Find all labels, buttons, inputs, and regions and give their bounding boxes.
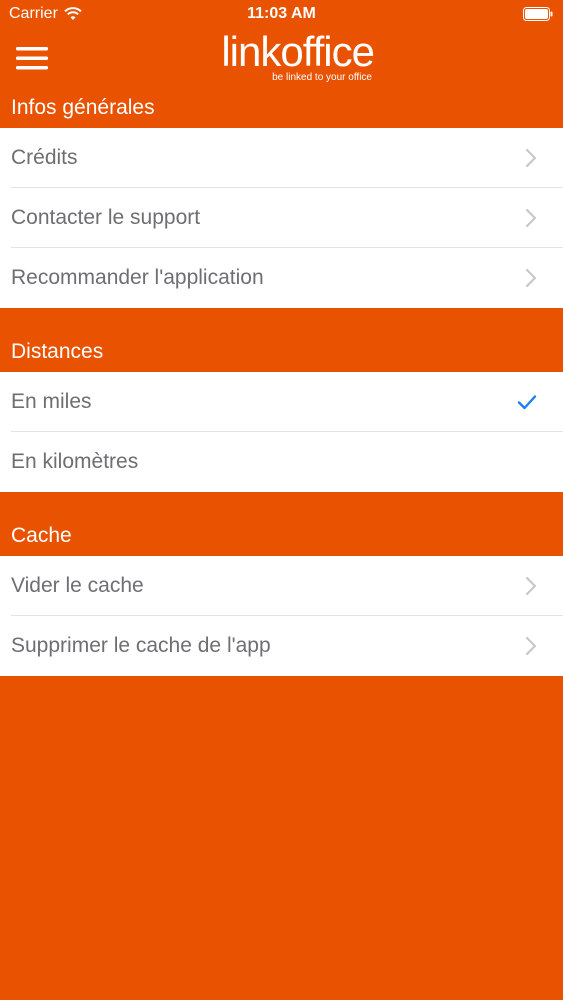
chevron-right-icon bbox=[525, 208, 537, 228]
settings-group-cache: Vider le cache Supprimer le cache de l'a… bbox=[0, 556, 563, 676]
row-label: Supprimer le cache de l'app bbox=[11, 634, 271, 657]
section-header-general-info: Infos générales bbox=[11, 96, 155, 119]
section-header-cache: Cache bbox=[11, 524, 72, 547]
settings-row-clear-cache[interactable]: Vider le cache bbox=[0, 556, 563, 616]
navigation-bar: linkoffice be linked to your office bbox=[0, 28, 563, 90]
settings-group-distances: En miles En kilomètres bbox=[0, 372, 563, 492]
battery-icon bbox=[523, 7, 553, 21]
settings-row-kilometers[interactable]: En kilomètres bbox=[0, 432, 563, 492]
app-logo: linkoffice be linked to your office bbox=[186, 28, 376, 86]
settings-row-miles[interactable]: En miles bbox=[0, 372, 563, 432]
row-label: En miles bbox=[11, 390, 92, 413]
menu-button[interactable] bbox=[14, 42, 50, 74]
chevron-right-icon bbox=[525, 636, 537, 656]
logo-tagline: be linked to your office bbox=[272, 72, 372, 83]
row-label: Vider le cache bbox=[11, 574, 144, 597]
checkmark-icon bbox=[517, 395, 537, 410]
status-bar: Carrier 11:03 AM bbox=[0, 0, 563, 30]
settings-row-delete-app-cache[interactable]: Supprimer le cache de l'app bbox=[0, 616, 563, 676]
hamburger-menu-icon bbox=[16, 47, 48, 70]
section-header-distances: Distances bbox=[11, 340, 104, 363]
logo-wordmark: linkoffice bbox=[221, 28, 375, 75]
chevron-right-icon bbox=[525, 576, 537, 596]
row-label: Contacter le support bbox=[11, 206, 201, 229]
clock: 11:03 AM bbox=[247, 5, 316, 22]
settings-row-credits[interactable]: Crédits bbox=[0, 128, 563, 188]
settings-row-recommend-app[interactable]: Recommander l'application bbox=[0, 248, 563, 308]
row-label: Recommander l'application bbox=[11, 266, 264, 289]
chevron-right-icon bbox=[525, 268, 537, 288]
row-label: En kilomètres bbox=[11, 450, 139, 473]
settings-row-contact-support[interactable]: Contacter le support bbox=[0, 188, 563, 248]
row-label: Crédits bbox=[11, 146, 78, 169]
settings-group-general-info: Crédits Contacter le support Recommander… bbox=[0, 128, 563, 308]
chevron-right-icon bbox=[525, 148, 537, 168]
